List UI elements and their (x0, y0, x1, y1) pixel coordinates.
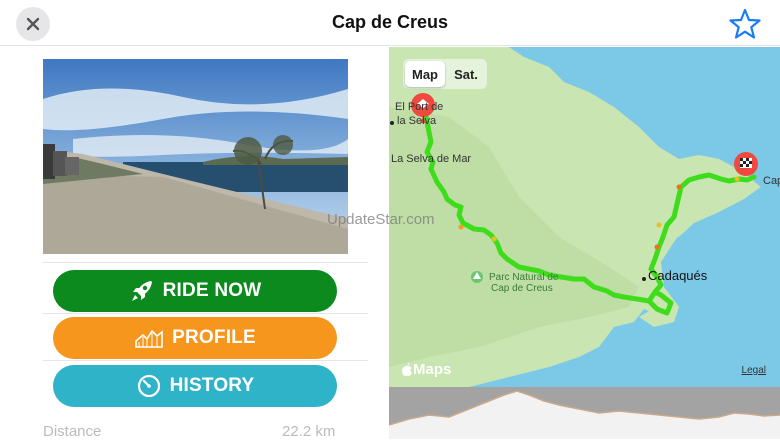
map-label-park: Parc Natural de (489, 272, 559, 283)
route-photo (43, 59, 348, 254)
history-label: HISTORY (169, 375, 255, 396)
top-bar: Cap de Creus (0, 0, 780, 46)
map-label-town: la Selva (397, 115, 437, 127)
profile-label: PROFILE (172, 327, 256, 348)
rocket-icon (129, 278, 155, 304)
ride-now-button[interactable]: RIDE NOW (53, 270, 337, 312)
finish-flag-icon (734, 152, 758, 176)
map-label-town: Cadaqués (648, 268, 708, 283)
distance-value: 22.2 km (282, 423, 336, 440)
maps-attribution: Maps (401, 361, 451, 378)
map-label-town: El Port de (395, 101, 444, 113)
page-title: Cap de Creus (331, 12, 449, 32)
left-panel: RIDE NOW PROFILE HISTORY Distance 22.2 k… (0, 47, 389, 440)
maps-attribution-label: Maps (413, 361, 452, 378)
elevation-profile (389, 387, 780, 439)
ride-now-label: RIDE NOW (162, 280, 262, 301)
elevation-profile-icon (134, 327, 164, 349)
tab-map[interactable]: Map (405, 61, 445, 87)
divider (43, 262, 368, 263)
map-label-cape: Cap (763, 175, 780, 187)
distance-label: Distance (43, 423, 102, 440)
park-icon (471, 271, 483, 283)
stopwatch-icon (136, 373, 162, 399)
apple-logo-icon (402, 362, 412, 376)
legal-link[interactable]: Legal (742, 365, 766, 376)
divider (43, 360, 368, 361)
profile-button[interactable]: PROFILE (53, 317, 337, 359)
favorite-button[interactable] (728, 7, 762, 41)
history-button[interactable]: HISTORY (53, 365, 337, 407)
route-map[interactable]: Map Sat. El Port de la Selva La Selva de… (389, 47, 780, 387)
star-icon (729, 8, 761, 39)
map-label-town: La Selva de Mar (391, 153, 472, 165)
map-label-park: Cap de Creus (491, 283, 553, 294)
watermark: UpdateStar.com (327, 211, 435, 228)
tab-satellite[interactable]: Sat. (447, 61, 485, 87)
divider (43, 313, 368, 314)
map-type-switcher: Map Sat. (403, 59, 487, 89)
